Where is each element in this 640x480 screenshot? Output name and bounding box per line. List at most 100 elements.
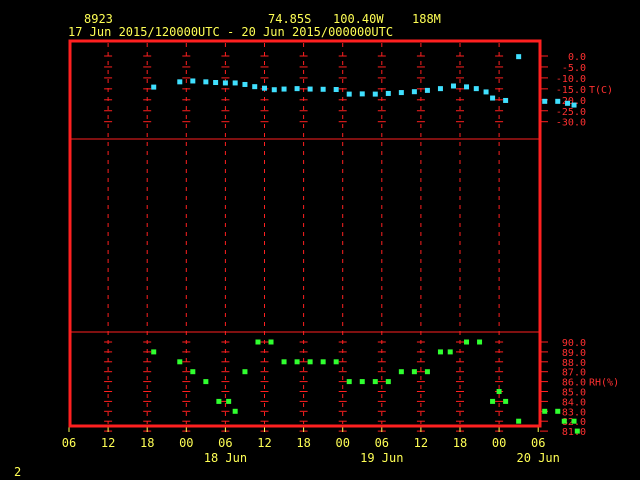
temp-y-tick-label: -30.0 — [556, 118, 586, 129]
humidity-point — [424, 369, 430, 375]
temperature-point — [281, 86, 287, 92]
humidity-point — [216, 398, 222, 404]
humidity-point — [555, 408, 561, 414]
temperature-point — [503, 97, 509, 103]
x-tick-label: 06 — [218, 436, 232, 450]
temperature-point — [151, 84, 157, 90]
temperature-point — [203, 79, 209, 85]
temperature-point — [271, 87, 277, 93]
page-number: 2 — [14, 465, 21, 479]
temperature-point — [232, 80, 238, 86]
x-date-label: 18 Jun — [204, 451, 247, 465]
temperature-point — [571, 102, 577, 108]
humidity-point — [561, 418, 567, 424]
x-tick-label: 18 — [140, 436, 154, 450]
temperature-point — [359, 91, 365, 97]
temp-y-tick-label: -25.0 — [556, 107, 586, 118]
humidity-point — [307, 359, 313, 365]
humidity-point — [385, 379, 391, 385]
temperature-point — [372, 91, 378, 97]
x-tick-label: 12 — [414, 436, 428, 450]
temp-y-tick-label: -20.0 — [556, 96, 586, 107]
temperature-point — [320, 86, 326, 92]
grid-layer: 0.0-5.0-10.0-15.0-20.0-25.0-30.090.089.0… — [104, 43, 619, 438]
temperature-point — [411, 89, 417, 95]
meteogram: 8923 74.85S 100.40W 188M 17 Jun 2015/120… — [14, 12, 619, 479]
temperature-point — [307, 86, 313, 92]
temperature-point — [398, 90, 404, 96]
humidity-point — [232, 408, 238, 414]
temp-axis-label: T(C) — [589, 85, 613, 96]
temperature-point — [437, 86, 443, 92]
temperature-point — [490, 95, 496, 101]
humidity-point — [464, 339, 470, 345]
humidity-point — [503, 398, 509, 404]
humidity-point — [190, 369, 196, 375]
temp-y-tick-label: -5.0 — [562, 63, 586, 74]
temperature-point — [450, 83, 456, 89]
temperature-point — [555, 98, 561, 104]
humidity-point — [447, 349, 453, 355]
x-tick-label: 18 — [296, 436, 310, 450]
temperature-point — [473, 86, 479, 92]
temp-y-tick-label: 0.0 — [568, 52, 586, 63]
rh-axis-label: RH(%) — [589, 378, 619, 389]
humidity-point — [574, 428, 580, 434]
temperature-point — [385, 90, 391, 96]
humidity-point — [516, 418, 522, 424]
x-tick-label: 12 — [101, 436, 115, 450]
humidity-panel — [151, 339, 580, 434]
humidity-point — [398, 369, 404, 375]
humidity-point — [177, 359, 183, 365]
humidity-point — [411, 369, 417, 375]
temperature-point — [222, 80, 228, 86]
temperature-point — [190, 78, 196, 84]
humidity-point — [490, 398, 496, 404]
temperature-point — [213, 79, 219, 85]
temperature-point — [262, 85, 267, 91]
humidity-point — [571, 418, 577, 424]
station-id: 8923 — [84, 12, 113, 26]
temperature-point — [542, 98, 548, 104]
humidity-point — [333, 359, 339, 365]
x-tick-label: 06 — [531, 436, 545, 450]
x-tick-label: 06 — [62, 436, 76, 450]
x-date-label: 20 Jun — [517, 451, 560, 465]
humidity-point — [320, 359, 326, 365]
humidity-point — [346, 379, 352, 385]
temperature-point — [424, 87, 430, 93]
temperature-point — [294, 86, 300, 92]
temperature-point — [565, 100, 571, 106]
temperature-point — [464, 84, 470, 90]
x-tick-label: 12 — [257, 436, 271, 450]
plot-frame — [68, 39, 542, 428]
period-label: 17 Jun 2015/120000UTC - 20 Jun 2015/0000… — [68, 25, 393, 39]
x-date-label: 19 Jun — [360, 451, 403, 465]
temperature-point — [483, 89, 489, 95]
humidity-point — [477, 339, 483, 345]
x-tick-label: 00 — [492, 436, 506, 450]
humidity-point — [359, 379, 365, 385]
humidity-point — [151, 349, 157, 355]
humidity-point — [372, 379, 378, 385]
humidity-point — [294, 359, 300, 365]
longitude: 100.40W — [333, 12, 384, 26]
temperature-panel — [151, 54, 577, 108]
humidity-point — [226, 398, 232, 404]
temperature-point — [346, 91, 352, 97]
humidity-point — [496, 389, 502, 394]
x-tick-label: 18 — [453, 436, 467, 450]
temperature-point — [242, 81, 248, 87]
x-tick-label: 00 — [179, 436, 193, 450]
humidity-point — [255, 339, 261, 345]
x-axis: 06 12 18 00 06 12 18 00 06 12 18 00 0618 Jun 19 Jun 20… — [62, 426, 560, 465]
temp-y-tick-label: -10.0 — [556, 74, 586, 85]
x-tick-label: 00 — [335, 436, 349, 450]
humidity-point — [203, 379, 209, 385]
humidity-point — [242, 369, 248, 375]
humidity-point — [281, 359, 287, 365]
rh-y-tick-label: 81.0 — [562, 427, 586, 438]
humidity-point — [542, 408, 548, 414]
elevation: 188M — [412, 12, 441, 26]
x-tick-label: 06 — [375, 436, 389, 450]
